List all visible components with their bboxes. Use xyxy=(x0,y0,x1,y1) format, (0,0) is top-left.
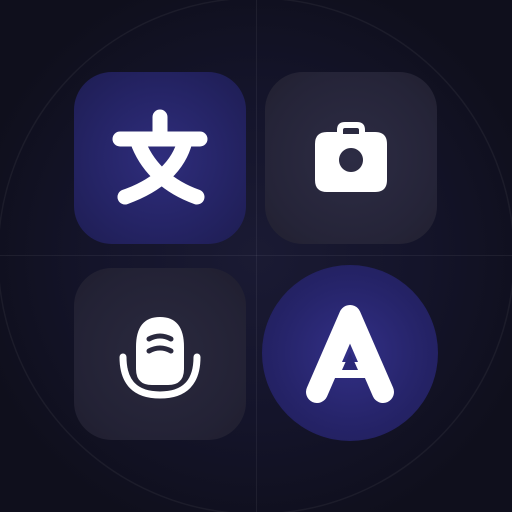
voice-translate-tile[interactable] xyxy=(74,268,246,440)
vertical-divider xyxy=(256,0,257,512)
camera-icon xyxy=(315,122,387,192)
letter-a-icon xyxy=(306,305,394,403)
microphone-icon xyxy=(119,317,201,399)
camera-translate-tile[interactable] xyxy=(265,72,437,244)
text-translate-tile[interactable] xyxy=(74,72,246,244)
letter-translate-tile[interactable] xyxy=(262,265,438,441)
chinese-character-icon xyxy=(112,109,208,205)
app-icon-canvas xyxy=(0,0,512,512)
